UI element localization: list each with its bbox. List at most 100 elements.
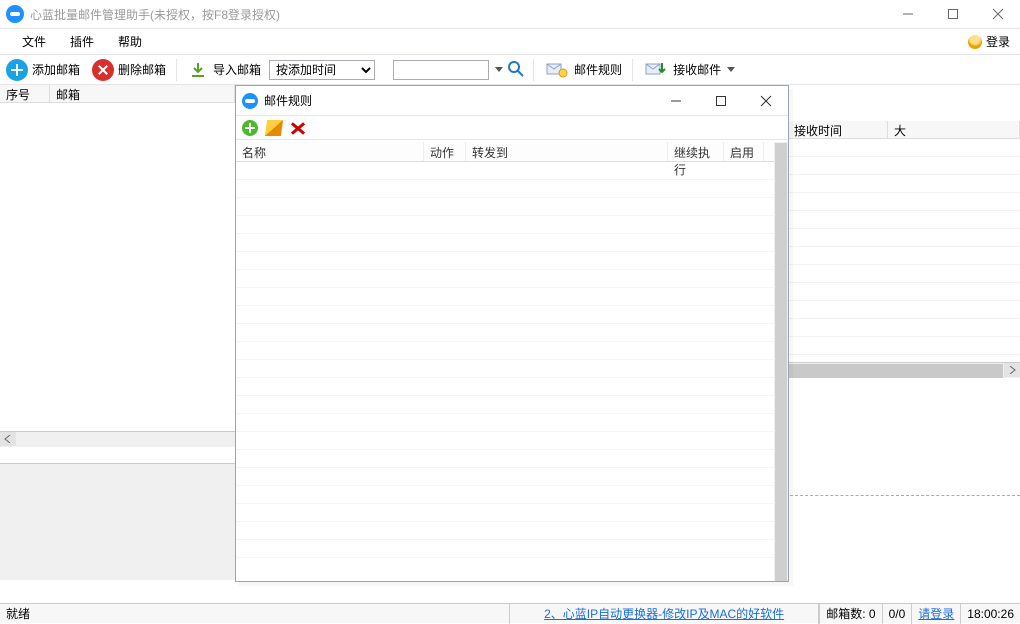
mail-rules-dialog: 邮件规则 名称 动作 转发到 继续执行 启用: [235, 85, 789, 582]
col-recv-time[interactable]: 接收时间: [788, 121, 888, 138]
col-continue[interactable]: 继续执行: [668, 142, 724, 161]
table-row: [236, 342, 776, 360]
table-row: [236, 486, 776, 504]
table-row: [236, 180, 776, 198]
login-link[interactable]: 请登录: [918, 605, 954, 622]
table-row: [788, 139, 1020, 157]
menu-plugins[interactable]: 插件: [58, 31, 106, 52]
delete-icon: [92, 59, 114, 81]
menu-help[interactable]: 帮助: [106, 31, 154, 52]
progress-ratio: 0/0: [882, 604, 912, 624]
dialog-close-button[interactable]: [743, 86, 788, 116]
dialog-titlebar: 邮件规则: [236, 86, 788, 116]
table-row: [236, 468, 776, 486]
table-row: [788, 193, 1020, 211]
mailbox-count: 邮箱数: 0: [819, 604, 881, 624]
rules-grid-body[interactable]: [236, 162, 776, 568]
table-row: [236, 540, 776, 558]
toolbar-separator: [533, 59, 534, 81]
horizontal-scrollbar[interactable]: [788, 362, 1020, 378]
scrollbar-track[interactable]: [16, 432, 235, 447]
col-seq[interactable]: 序号: [0, 85, 50, 102]
table-row: [788, 319, 1020, 337]
app-icon: [6, 5, 24, 23]
table-row: [788, 337, 1020, 355]
status-bar: 就绪 2、心蓝IP自动更换器-修改IP及MAC的好软件 邮箱数: 0 0/0 请…: [0, 603, 1020, 623]
mail-rules-button[interactable]: 邮件规则: [540, 59, 626, 81]
col-name[interactable]: 名称: [236, 142, 424, 161]
table-row: [236, 234, 776, 252]
dialog-title: 邮件规则: [264, 92, 653, 109]
window-titlebar: 心蓝批量邮件管理助手(未授权，按F8登录授权): [0, 0, 1020, 29]
col-action[interactable]: 动作: [424, 142, 466, 161]
import-icon: [187, 59, 209, 81]
table-row: [236, 360, 776, 378]
sort-by-combo[interactable]: 按添加时间: [269, 60, 375, 80]
scroll-left-icon[interactable]: [0, 432, 16, 446]
delete-rule-button[interactable]: [290, 120, 306, 136]
main-area: 序号 邮箱 接收时间 大: [0, 85, 1020, 594]
receive-mail-button[interactable]: 接收邮件: [639, 59, 739, 81]
rules-grid-header: 名称 动作 转发到 继续执行 启用: [236, 142, 776, 162]
plus-icon: [6, 59, 28, 81]
mailbox-list-header: 序号 邮箱: [0, 85, 235, 103]
horizontal-scrollbar[interactable]: [0, 431, 235, 447]
maximize-button[interactable]: [930, 0, 975, 29]
import-mailbox-button[interactable]: 导入邮箱: [183, 59, 265, 81]
mail-rules-label: 邮件规则: [574, 61, 622, 78]
window-controls: [885, 0, 1020, 29]
col-size[interactable]: 大: [888, 121, 1020, 138]
table-row: [236, 198, 776, 216]
delete-mailbox-button[interactable]: 删除邮箱: [88, 59, 170, 81]
status-ready: 就绪: [0, 604, 510, 624]
scrollbar-thumb[interactable]: [789, 364, 1003, 378]
mail-list-header: 接收时间 大: [788, 121, 1020, 139]
delete-mailbox-label: 删除邮箱: [118, 61, 166, 78]
login-label: 登录: [986, 33, 1010, 50]
scroll-right-icon[interactable]: [1004, 363, 1020, 377]
mail-list-body[interactable]: [788, 139, 1020, 362]
add-mailbox-button[interactable]: 添加邮箱: [2, 59, 84, 81]
table-row: [236, 216, 776, 234]
rules-grid: 名称 动作 转发到 继续执行 启用: [236, 142, 776, 581]
toolbar-separator: [176, 59, 177, 81]
minimize-button[interactable]: [885, 0, 930, 29]
menu-bar: 文件 插件 帮助 登录: [0, 29, 1020, 55]
table-row: [788, 157, 1020, 175]
col-mailbox[interactable]: 邮箱: [50, 85, 235, 102]
table-row: [236, 378, 776, 396]
search-input[interactable]: [393, 60, 489, 80]
window-title: 心蓝批量邮件管理助手(未授权，按F8登录授权): [30, 6, 280, 23]
table-row: [236, 324, 776, 342]
table-row: [236, 396, 776, 414]
receive-mail-label: 接收邮件: [673, 61, 721, 78]
user-icon: [968, 35, 982, 49]
close-button[interactable]: [975, 0, 1020, 29]
promo-link[interactable]: 2、心蓝IP自动更换器-修改IP及MAC的好软件: [544, 605, 784, 622]
table-row: [236, 414, 776, 432]
scrollbar-thumb[interactable]: [775, 143, 787, 581]
login-button[interactable]: 登录: [968, 33, 1010, 50]
col-enable[interactable]: 启用: [724, 142, 764, 161]
table-row: [236, 504, 776, 522]
toolbar-separator: [632, 59, 633, 81]
add-rule-button[interactable]: [242, 120, 258, 136]
vertical-scrollbar[interactable]: [774, 142, 788, 581]
col-forward[interactable]: 转发到: [466, 142, 668, 161]
table-row: [236, 450, 776, 468]
table-row: [788, 265, 1020, 283]
chevron-down-icon: [727, 67, 735, 72]
toolbar: 添加邮箱 删除邮箱 导入邮箱 按添加时间 邮件规则 接收邮件: [0, 55, 1020, 85]
table-row: [788, 229, 1020, 247]
app-icon: [242, 93, 258, 109]
table-row: [236, 252, 776, 270]
edit-rule-button[interactable]: [265, 120, 283, 136]
dialog-minimize-button[interactable]: [653, 86, 698, 116]
search-icon[interactable]: [507, 60, 527, 80]
dialog-maximize-button[interactable]: [698, 86, 743, 116]
menu-file[interactable]: 文件: [10, 31, 58, 52]
mailbox-list-body[interactable]: [0, 103, 235, 431]
table-row: [788, 175, 1020, 193]
add-mailbox-label: 添加邮箱: [32, 61, 80, 78]
chevron-down-icon[interactable]: [495, 67, 503, 72]
